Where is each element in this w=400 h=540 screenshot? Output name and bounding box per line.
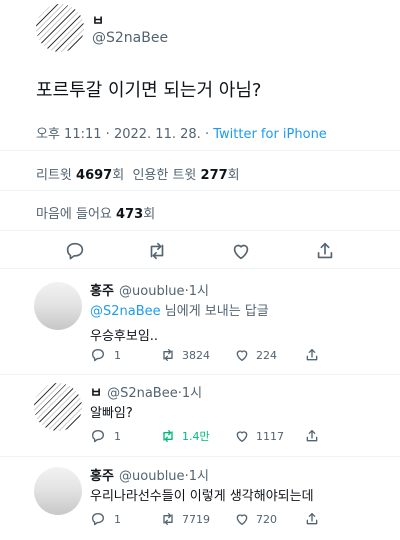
like-icon <box>236 514 248 525</box>
reply-author-handle[interactable]: @uoublue <box>119 469 185 484</box>
retweets-suffix: 회 <box>112 168 125 183</box>
reply-avatar[interactable] <box>34 282 82 330</box>
like-icon <box>236 350 248 361</box>
like-count: 1117 <box>256 429 284 443</box>
reply-header: 홍주 @uoublue·1시 <box>90 280 209 299</box>
reply-time[interactable]: 1시 <box>182 386 202 401</box>
divider <box>0 230 400 231</box>
reply-like-button[interactable]: 1117 <box>234 428 284 444</box>
reply-share-button[interactable] <box>304 428 320 448</box>
retweet-stats[interactable]: 리트윗 4697회 인용한 트윗 277회 <box>36 164 240 183</box>
reply-button[interactable] <box>64 240 86 266</box>
reply-to-suffix: 님에게 보내는 답글 <box>164 304 269 319</box>
divider <box>0 374 400 375</box>
reply-retweet-button[interactable]: 3824 <box>160 347 210 363</box>
reply-header: 홍주 @uoublue·1시 <box>90 465 209 484</box>
like-icon <box>233 244 249 260</box>
reply-to-mention[interactable]: @S2naBee <box>90 304 161 319</box>
like-icon <box>236 431 248 442</box>
reply-like-button[interactable]: 224 <box>234 347 277 363</box>
retweet-icon <box>163 349 173 361</box>
reply-count: 1 <box>114 512 121 526</box>
reply-share-button[interactable] <box>304 511 320 531</box>
reply-icon <box>92 513 104 526</box>
retweet-count: 7719 <box>182 512 210 526</box>
divider <box>0 268 400 269</box>
share-icon <box>306 349 318 361</box>
reply-like-button[interactable]: 720 <box>234 511 277 527</box>
reply-text: 알빠임? <box>90 406 133 421</box>
author-avatar[interactable] <box>36 4 84 52</box>
like-button[interactable] <box>230 240 252 266</box>
reply-time[interactable]: 1시 <box>189 284 209 299</box>
share-icon <box>317 242 333 259</box>
reply-retweet-button[interactable]: 1.4만 <box>160 428 210 444</box>
likes-count: 473 <box>116 207 144 222</box>
meta-separator: · <box>204 127 210 142</box>
reply-author-handle[interactable]: @S2naBee <box>107 386 178 401</box>
likes-label: 마음에 들어요 <box>36 207 112 222</box>
reply-avatar[interactable] <box>34 383 82 431</box>
tweet-date[interactable]: 2022. 11. 28. <box>114 127 201 142</box>
share-icon <box>306 513 318 525</box>
share-icon <box>306 430 318 442</box>
tweet-meta: 오후 11:11 · 2022. 11. 28. · Twitter for i… <box>36 123 327 142</box>
reply-author-name[interactable]: 홍주 <box>90 469 114 484</box>
like-stats[interactable]: 마음에 들어요 473회 <box>36 203 155 222</box>
retweet-icon <box>150 242 164 260</box>
tweet-text: 포르투갈 이기면 되는거 아님? <box>36 80 262 101</box>
retweet-icon <box>163 430 173 442</box>
reply-author-name[interactable]: ㅂ <box>90 386 102 401</box>
retweet-button[interactable] <box>146 240 168 266</box>
tweet-source-link[interactable]: Twitter for iPhone <box>213 127 327 142</box>
reply-icon <box>66 242 84 260</box>
divider <box>0 150 400 151</box>
reply-count: 1 <box>114 429 121 443</box>
reply-avatar[interactable] <box>34 467 82 515</box>
likes-suffix: 회 <box>143 207 156 222</box>
reply-text: 우승후보임.. <box>90 329 159 344</box>
reply-actions: 1 3824 224 <box>90 347 340 365</box>
author-name[interactable]: ㅂ <box>92 10 104 29</box>
reply-retweet-button[interactable]: 7719 <box>160 511 210 527</box>
quotes-suffix: 회 <box>227 168 240 183</box>
like-count: 224 <box>256 348 277 362</box>
like-count: 720 <box>256 512 277 526</box>
reply-icon <box>92 430 104 443</box>
divider <box>0 456 400 457</box>
reply-text: 우리나라선수들이 이렇게 생각해야되는데 <box>90 489 314 504</box>
reply-reply-button[interactable]: 1 <box>90 511 121 527</box>
reply-author-handle[interactable]: @uoublue <box>119 284 185 299</box>
reply-author-name[interactable]: 홍주 <box>90 284 114 299</box>
reply-time[interactable]: 1시 <box>189 469 209 484</box>
author-handle[interactable]: @S2naBee <box>92 30 168 46</box>
quotes-label: 인용한 트윗 <box>132 168 197 183</box>
reply-share-button[interactable] <box>304 347 320 367</box>
divider <box>0 190 400 191</box>
retweet-count: 3824 <box>182 348 210 362</box>
quotes-count: 277 <box>200 168 228 183</box>
replying-to: @S2naBee 님에게 보내는 답글 <box>90 300 269 319</box>
retweet-icon <box>163 513 173 525</box>
retweets-count: 4697 <box>76 168 113 183</box>
reply-icon <box>92 349 104 362</box>
retweet-count: 1.4만 <box>182 430 210 443</box>
retweets-label: 리트윗 <box>36 168 72 183</box>
share-button[interactable] <box>314 240 336 266</box>
reply-actions: 1 7719 720 <box>90 511 340 529</box>
reply-reply-button[interactable]: 1 <box>90 428 121 444</box>
reply-reply-button[interactable]: 1 <box>90 347 121 363</box>
reply-actions: 1 1.4만 1117 <box>90 428 340 446</box>
reply-count: 1 <box>114 348 121 362</box>
meta-separator: · <box>105 127 110 142</box>
tweet-time[interactable]: 오후 11:11 <box>36 127 102 142</box>
reply-header: ㅂ @S2naBee·1시 <box>90 382 202 401</box>
